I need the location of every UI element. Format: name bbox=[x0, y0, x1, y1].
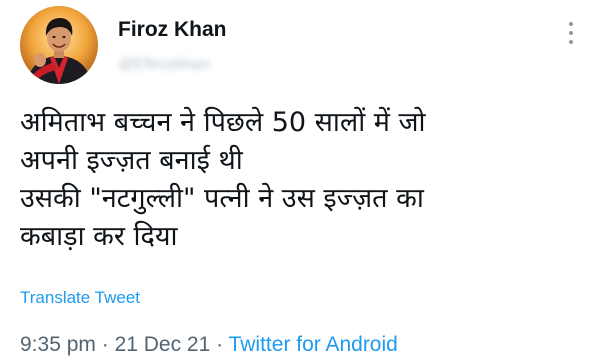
tweet-card: Firoz Khan @Efirozkhan अमिताभ बच्चन ने प… bbox=[0, 0, 600, 361]
dot bbox=[569, 31, 573, 35]
more-vertical-icon[interactable] bbox=[568, 22, 574, 44]
tweet-line: अमिताभ बच्चन ने पिछले 50 सालों में जो bbox=[20, 107, 426, 138]
display-name[interactable]: Firoz Khan bbox=[118, 18, 227, 42]
user-handle[interactable]: @Efirozkhan bbox=[118, 56, 210, 74]
avatar[interactable] bbox=[20, 6, 98, 84]
tweet-source-link[interactable]: Twitter for Android bbox=[229, 333, 398, 356]
tweet-meta: 9:35 pm · 21 Dec 21 · Twitter for Androi… bbox=[20, 333, 398, 357]
meta-separator: · bbox=[95, 333, 115, 356]
dot bbox=[569, 40, 573, 44]
dot bbox=[569, 22, 573, 26]
avatar-image bbox=[20, 6, 98, 84]
tweet-line: उसकी "नटगुल्ली" पत्नी ने उस इज्ज़त का bbox=[20, 183, 424, 214]
tweet-date[interactable]: 21 Dec 21 bbox=[115, 333, 211, 356]
tweet-time[interactable]: 9:35 pm bbox=[20, 333, 96, 356]
translate-tweet-link[interactable]: Translate Tweet bbox=[20, 288, 140, 308]
tweet-text: अमिताभ बच्चन ने पिछले 50 सालों में जो अप… bbox=[20, 104, 580, 256]
meta-separator: · bbox=[210, 333, 229, 356]
tweet-line: अपनी इज्ज़त बनाई थी bbox=[20, 145, 243, 176]
tweet-line: कबाड़ा कर दिया bbox=[20, 221, 178, 252]
